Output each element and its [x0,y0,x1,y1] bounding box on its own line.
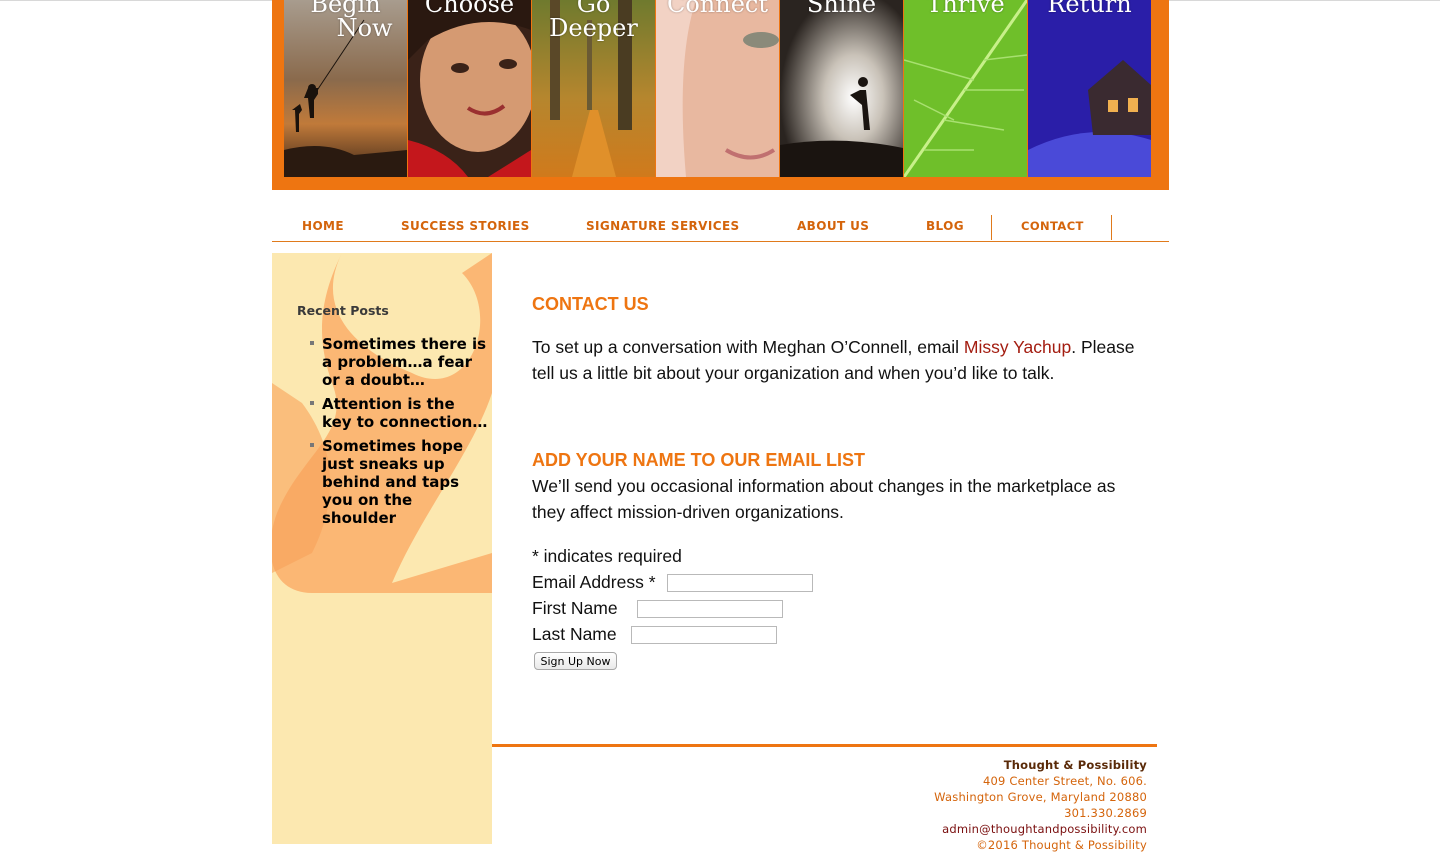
bullet-icon [310,341,314,345]
last-name-field[interactable] [631,626,777,644]
banner-panel-go-deeper[interactable]: Go Deeper [532,0,655,177]
bullet-icon [310,401,314,405]
nav-home[interactable]: HOME [302,219,344,233]
email-list-heading: ADD YOUR NAME TO OUR EMAIL LIST [532,450,866,470]
banner-title-connect: Connect [666,0,768,18]
first-name-field[interactable] [637,600,783,618]
contact-heading: CONTACT US [532,294,649,314]
main-nav: HOME SUCCESS STORIES SIGNATURE SERVICES … [272,213,1169,242]
banner-title-go-deeper: Go Deeper [549,0,638,42]
nav-blog[interactable]: BLOG [926,219,964,233]
banner-title-thrive: Thrive [926,0,1005,18]
banner-title-choose: Choose [424,0,515,18]
footer: Thought & Possibility 409 Center Street,… [800,757,1147,853]
recent-post-link[interactable]: Sometimes there is a problem…a fear or a… [322,335,486,389]
nav-contact[interactable]: CONTACT [1021,219,1084,233]
footer-email-link[interactable]: admin@thoughtandpossibility.com [800,821,1147,837]
banner-panel-choose[interactable]: Choose [408,0,531,177]
cabin-photo [1028,0,1151,177]
recent-post-link[interactable]: Sometimes hope just sneaks up behind and… [322,437,463,527]
banner-title-return: Return [1047,0,1132,18]
nav-success-stories[interactable]: SUCCESS STORIES [401,219,530,233]
email-row: Email Address * [532,571,822,593]
footer-street: 409 Center Street, No. 606. [983,774,1147,788]
last-name-label: Last Name [532,624,617,644]
recent-posts-heading: Recent Posts [297,303,389,318]
footer-copyright: ©2016 Thought & Possibility [976,838,1147,852]
banner-panel-thrive[interactable]: Thrive [904,0,1027,177]
last-name-row: Last Name [532,623,792,645]
first-name-row: First Name [532,597,792,619]
banner-panel-shine[interactable]: Shine [780,0,903,177]
recent-post-item[interactable]: Sometimes there is a problem…a fear or a… [308,335,488,389]
first-name-label: First Name [532,598,618,618]
footer-city: Washington Grove, Maryland 20880 [934,790,1147,804]
banner-title-begin-now: Begin Now [310,0,393,42]
footer-divider [492,744,1157,747]
email-list-description: We’ll send you occasional information ab… [532,476,1116,522]
recent-post-item[interactable]: Sometimes hope just sneaks up behind and… [308,437,488,527]
face-photo [656,0,779,177]
banner-title-shine: Shine [806,0,877,18]
contact-text: To set up a conversation with Meghan O’C… [532,334,1144,386]
footer-phone: 301.330.2869 [1064,806,1147,820]
lake-photo [780,0,903,177]
nav-about-us[interactable]: ABOUT US [797,219,869,233]
banner-panel-begin-now[interactable]: Begin Now [284,0,407,177]
sidebar: Recent Posts Sometimes there is a proble… [272,253,492,844]
recent-post-link[interactable]: Attention is the key to connection… [322,395,487,431]
recent-post-item[interactable]: Attention is the key to connection… [308,395,488,431]
sign-up-button[interactable]: Sign Up Now [534,652,617,670]
email-label: Email Address * [532,572,656,592]
boy-photo [408,0,531,177]
nav-signature-services[interactable]: SIGNATURE SERVICES [586,219,740,233]
banner-panel-connect[interactable]: Connect [656,0,779,177]
footer-org-name: Thought & Possibility [1003,758,1147,772]
email-link[interactable]: Missy Yachup [964,337,1071,357]
header-banner: Begin Now Choose Go Deeper Connect Shine… [272,0,1169,190]
bullet-icon [310,443,314,447]
recent-posts-list: Sometimes there is a problem…a fear or a… [308,335,488,533]
banner-panel-return[interactable]: Return [1028,0,1151,177]
email-field[interactable] [667,574,813,592]
contact-text-before: To set up a conversation with Meghan O’C… [532,337,964,357]
required-note: * indicates required [532,546,682,566]
leaf-photo [904,0,1027,177]
